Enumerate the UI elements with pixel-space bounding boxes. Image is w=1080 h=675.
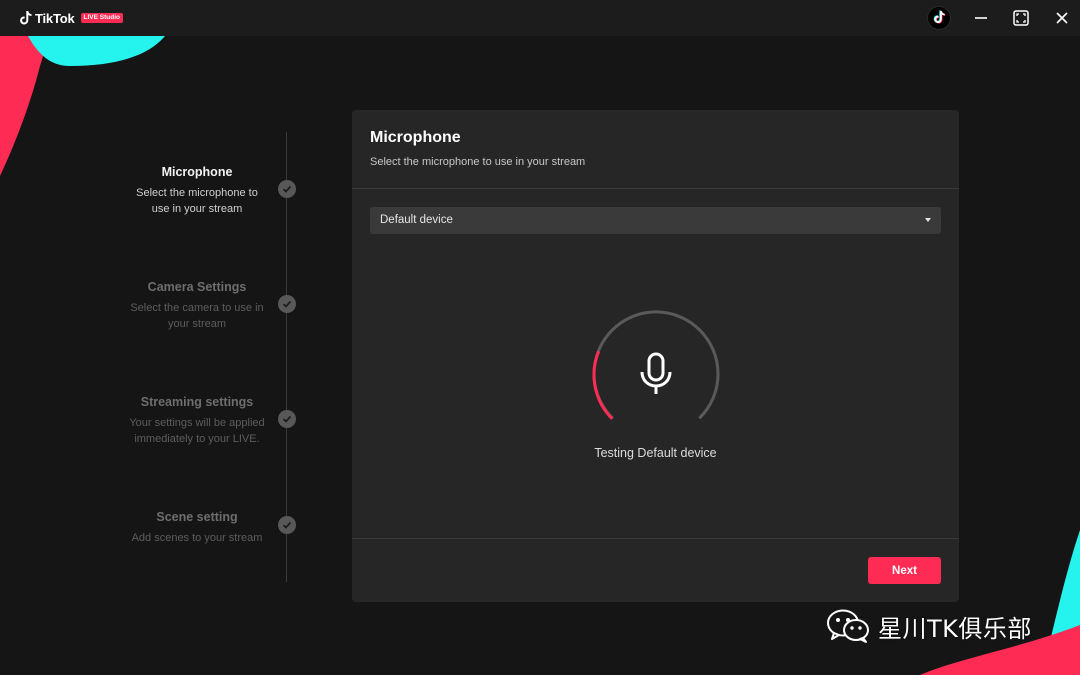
minimize-button[interactable] — [968, 6, 994, 30]
maximize-icon — [1013, 10, 1029, 26]
tiktok-logo-icon — [927, 6, 951, 30]
step-desc-line: Select the microphone to — [136, 187, 258, 199]
microphone-device-select[interactable]: Default device — [370, 207, 941, 234]
step-description: Add scenes to your stream — [112, 530, 282, 546]
step-scene-setting[interactable]: Scene setting Add scenes to your stream — [112, 509, 282, 546]
panel-divider-bottom — [352, 538, 959, 539]
maximize-button[interactable] — [1008, 6, 1034, 30]
panel-divider-top — [352, 188, 959, 189]
step-check-icon — [278, 180, 296, 198]
brand-name: TikTok — [35, 10, 75, 26]
step-check-icon — [278, 410, 296, 428]
mic-level-fill — [592, 350, 614, 420]
panel-subtitle: Select the microphone to use in your str… — [370, 156, 586, 168]
panel-title: Microphone — [370, 129, 461, 146]
selected-device: Default device — [380, 214, 453, 226]
step-description: Select the camera to use in your stream — [112, 300, 282, 332]
app-brand: TikTok LIVE Studio — [20, 10, 123, 26]
caret-down-icon — [925, 218, 931, 222]
watermark: 星川TK俱乐部 — [826, 608, 1032, 644]
step-check-icon — [278, 295, 296, 313]
step-title: Microphone — [161, 165, 233, 179]
step-camera-settings[interactable]: Camera Settings Select the camera to use… — [112, 279, 282, 332]
step-desc-line: Select the camera to use in — [130, 302, 264, 314]
brand-badge: LIVE Studio — [80, 13, 123, 23]
setup-stepper: Microphone Select the microphone to use … — [112, 132, 302, 582]
mic-level-meter — [592, 310, 720, 420]
step-streaming-settings[interactable]: Streaming settings Your settings will be… — [112, 394, 282, 447]
tiktok-note-icon — [20, 11, 32, 25]
step-check-icon — [278, 516, 296, 534]
step-desc-line: use in your stream — [151, 203, 243, 215]
step-desc-line: Add scenes to your stream — [131, 532, 263, 544]
microphone-panel: Microphone Select the microphone to use … — [352, 110, 959, 602]
close-icon — [1056, 12, 1068, 24]
step-desc-line: your stream — [167, 318, 227, 330]
watermark-text: 星川TK俱乐部 — [878, 614, 1032, 643]
stepper-line — [286, 132, 287, 582]
wechat-icon — [827, 609, 869, 643]
next-button[interactable]: Next — [868, 557, 941, 584]
step-title: Camera Settings — [147, 280, 247, 294]
step-microphone[interactable]: Microphone Select the microphone to use … — [112, 164, 282, 217]
close-button[interactable] — [1049, 6, 1075, 30]
step-desc-line: Your settings will be applied — [129, 417, 265, 429]
step-desc-line: immediately to your LIVE. — [134, 433, 260, 445]
step-title: Scene setting — [156, 510, 238, 524]
tiktok-account-button[interactable] — [926, 6, 952, 30]
minimize-icon — [975, 17, 987, 19]
testing-status-text: Testing Default device — [594, 446, 717, 460]
step-description: Select the microphone to use in your str… — [112, 185, 282, 217]
step-title: Streaming settings — [140, 395, 254, 409]
title-bar: TikTok LIVE Studio — [0, 0, 1080, 36]
microphone-icon — [640, 352, 672, 394]
step-description: Your settings will be applied immediatel… — [112, 415, 282, 447]
